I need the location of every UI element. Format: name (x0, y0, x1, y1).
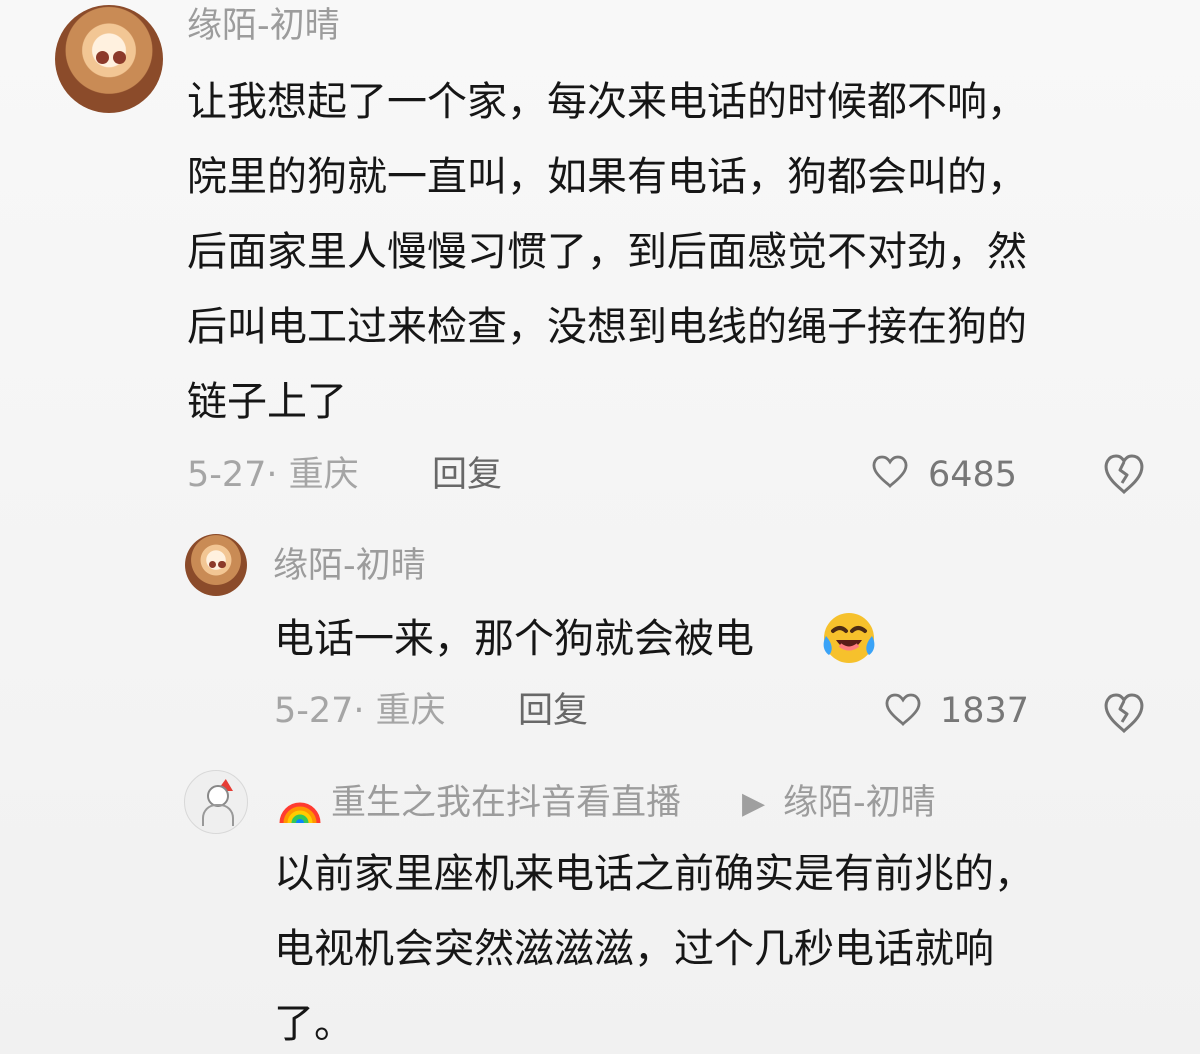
reply-text: 电话一来，那个狗就会被电 (274, 616, 754, 662)
broken-heart-icon[interactable] (1100, 689, 1148, 737)
avatar-eye-right (113, 51, 127, 65)
reply-target-user[interactable]: 缘陌-初晴 (783, 786, 936, 821)
avatar-eye-left (208, 560, 216, 569)
comment-text-line: 后叫电工过来检查，没想到电线的绳子接在狗的 (187, 304, 1027, 350)
user-avatar[interactable] (55, 5, 163, 113)
reply-avatar-third[interactable] (184, 770, 248, 834)
comment-text-line: 链子上了 (187, 379, 347, 425)
reply-text-line: 以前家里座机来电话之前确实是有前兆的， (274, 851, 1034, 897)
comment-text-line: 让我想起了一个家，每次来电话的时候都不响， (187, 79, 1027, 125)
reply-arrow-icon: ▶ (742, 786, 766, 821)
like-count: 6485 (928, 455, 1018, 495)
reply-text-line: 了。 (274, 1001, 354, 1047)
comment-text-line: 后面家里人慢慢习惯了，到后面感觉不对劲，然 (187, 229, 1027, 275)
laughing-emoji-icon (820, 609, 878, 667)
avatar-eye-right (218, 560, 226, 569)
like-count: 1837 (940, 691, 1030, 731)
rainbow-emoji-icon (276, 783, 324, 831)
reply-meta: 5-27· 重庆 (274, 691, 446, 731)
comment-meta: 5-27· 重庆 (187, 455, 359, 495)
broken-heart-icon[interactable] (1100, 450, 1148, 498)
reply-button[interactable]: 回复 (432, 458, 502, 493)
heart-outline-icon[interactable] (870, 452, 910, 492)
reply-author[interactable]: 缘陌-初晴 (273, 549, 426, 584)
reply-author[interactable]: 重生之我在抖音看直播 (331, 786, 681, 821)
comment-author[interactable]: 缘陌-初晴 (187, 9, 340, 44)
heart-outline-icon[interactable] (883, 690, 923, 730)
reply-text-line: 电视机会突然滋滋滋，过个几秒电话就响 (274, 926, 994, 972)
comment-thread-screen: 缘陌-初晴 让我想起了一个家，每次来电话的时候都不响， 院里的狗就一直叫，如果有… (0, 0, 1200, 1054)
reply-avatar[interactable] (185, 534, 247, 596)
reply-button[interactable]: 回复 (518, 694, 588, 729)
comment-text-line: 院里的狗就一直叫，如果有电话，狗都会叫的， (187, 154, 1027, 200)
avatar-body (202, 804, 234, 826)
avatar-eye-left (96, 51, 109, 65)
